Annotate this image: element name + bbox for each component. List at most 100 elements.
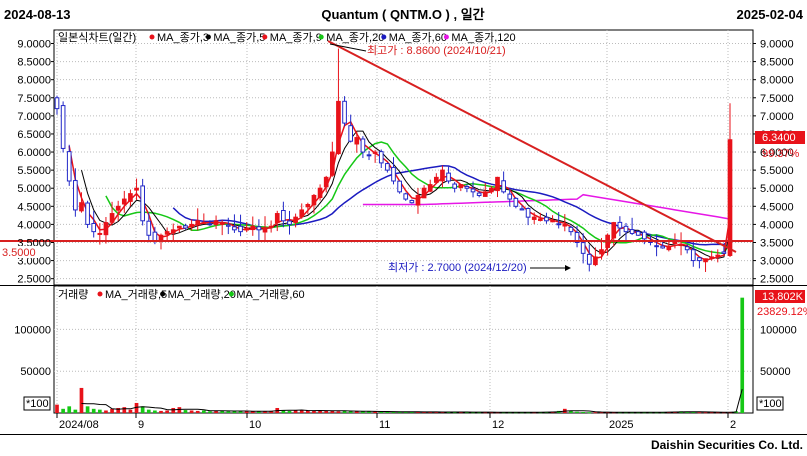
volume-bar xyxy=(55,404,59,413)
legend-label: MA_종가,60 xyxy=(389,31,447,44)
price-tick-label: 7.5000 xyxy=(17,93,51,105)
volume-bar xyxy=(312,410,316,413)
volume-bar xyxy=(122,407,127,413)
candle-body xyxy=(501,180,506,193)
candle-body xyxy=(354,137,360,145)
candle-body xyxy=(317,187,323,199)
date-tick-label: 10 xyxy=(249,419,261,431)
candle-body xyxy=(397,180,402,193)
candle-body xyxy=(666,245,672,251)
legend-marker xyxy=(381,34,387,40)
candle-body xyxy=(703,258,708,263)
candle-body xyxy=(97,232,103,235)
legend-marker xyxy=(318,34,324,40)
footer-company: Daishin Securities Co. Ltd. xyxy=(651,438,803,452)
volume-change-label: 23829.12% xyxy=(757,306,807,318)
volume-tick-label: 100000 xyxy=(760,324,797,336)
legend-label: MA_거래량,20 xyxy=(168,288,236,301)
candle-body xyxy=(391,166,396,182)
candle-body xyxy=(195,220,201,226)
volume-bar xyxy=(195,410,200,413)
price-legend-title: 일본식차트(일간) xyxy=(58,30,136,44)
candle-body xyxy=(629,229,635,234)
price-tick-label: 5.0000 xyxy=(760,183,794,195)
price-panel xyxy=(53,29,754,286)
candle-body xyxy=(690,249,696,262)
date-tick-label: 11 xyxy=(379,419,390,431)
candle-body xyxy=(427,184,433,192)
candle-body xyxy=(140,185,145,222)
date-tick-label: 2024/08 xyxy=(59,419,99,431)
price-tick-label: 4.5000 xyxy=(17,201,51,213)
candle-body xyxy=(177,225,182,229)
start-date: 2024-08-13 xyxy=(4,7,71,22)
price-tick-label: 9.0000 xyxy=(760,39,794,51)
volume-bar xyxy=(183,410,188,413)
candle-body xyxy=(183,225,188,229)
candle-body xyxy=(727,139,733,256)
candle-body xyxy=(207,223,213,226)
candle-body xyxy=(66,151,72,182)
candle-body xyxy=(513,197,519,207)
candle-body xyxy=(611,222,617,239)
price-tick-label: 9.0000 xyxy=(17,39,51,51)
candle-body xyxy=(311,194,317,206)
last-volume-label: 13,802K xyxy=(762,291,804,303)
support-label: 3.5000 xyxy=(2,247,36,259)
price-tick-label: 3.5000 xyxy=(760,237,794,249)
candle-body xyxy=(635,231,641,236)
price-tick-label: 5.5000 xyxy=(17,165,51,177)
candle-body xyxy=(538,218,543,221)
legend-marker xyxy=(160,291,166,297)
candle-body xyxy=(617,221,623,229)
candle-body xyxy=(715,254,721,257)
volume-bar xyxy=(336,411,341,413)
date-tick-label: 2025 xyxy=(609,419,633,431)
legend-label: MA_종가,9 xyxy=(270,31,322,44)
candle-body xyxy=(464,185,470,189)
volume-bar xyxy=(110,408,114,413)
candle-body xyxy=(378,151,384,164)
candle-body xyxy=(544,216,549,222)
candle-body xyxy=(568,226,574,233)
candle-body xyxy=(121,198,127,205)
candle-body xyxy=(109,213,115,223)
candle-body xyxy=(421,187,427,199)
price-tick-label: 8.5000 xyxy=(760,57,794,69)
volume-bar xyxy=(324,410,329,413)
candle-body xyxy=(599,249,604,255)
volume-bar xyxy=(165,410,169,413)
candle-body xyxy=(329,151,335,176)
candle-body xyxy=(287,220,292,225)
candle-body xyxy=(85,202,90,225)
price-tick-label: 2.5000 xyxy=(760,274,794,286)
candle-body xyxy=(470,188,476,193)
price-tick-label: 6.0000 xyxy=(17,147,51,159)
candle-body xyxy=(79,202,84,212)
volume-tick-label: 50000 xyxy=(760,366,791,378)
date-tick-label: 2 xyxy=(730,419,736,431)
candle-body xyxy=(660,245,666,249)
price-tick-label: 2.5000 xyxy=(17,274,51,286)
price-tick-label: 6.5000 xyxy=(17,129,51,141)
legend-label: MA_종가,3 xyxy=(157,31,209,44)
legend-marker xyxy=(97,291,103,297)
volume-legend-title: 거래량 xyxy=(58,288,88,301)
volume-bar xyxy=(91,408,96,413)
legend-label: MA_종가,5 xyxy=(213,31,265,44)
candle-body xyxy=(164,231,170,235)
volume-axis-right: 100000 50000 xyxy=(760,324,797,378)
volume-bar xyxy=(104,410,108,413)
candle-body xyxy=(366,154,372,157)
candle-body xyxy=(385,163,390,171)
volume-axis-left: 100000 50000 xyxy=(14,324,51,378)
candle-body xyxy=(152,231,158,242)
volume-bar xyxy=(238,411,243,413)
legend-label: MA_종가,20 xyxy=(326,31,384,44)
price-tick-label: 7.0000 xyxy=(760,111,794,123)
candle-body xyxy=(238,225,243,233)
candle-body xyxy=(232,226,237,231)
volume-bar xyxy=(575,411,579,413)
price-tick-label: 5.0000 xyxy=(17,183,51,195)
candle-body xyxy=(250,225,256,231)
